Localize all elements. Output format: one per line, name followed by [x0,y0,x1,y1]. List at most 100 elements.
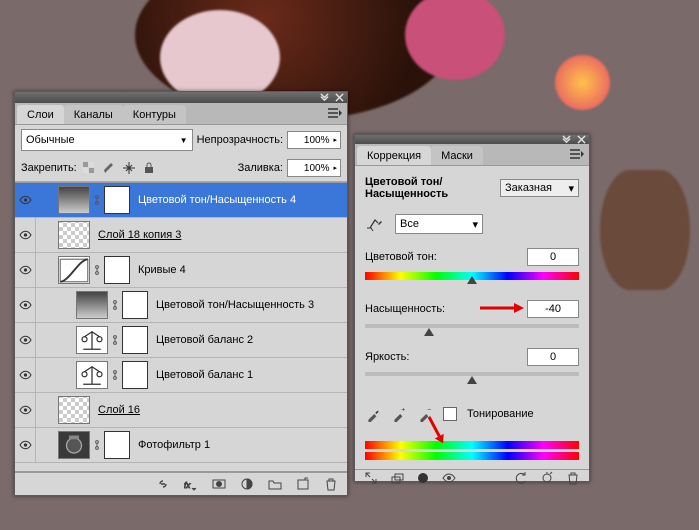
layer-mask-thumb[interactable] [104,186,130,214]
layer-thumb-balance[interactable] [76,326,108,354]
channel-combo[interactable]: Все ▾ [395,214,483,234]
lightness-handle[interactable] [467,376,477,384]
panel-menu-button[interactable] [565,147,589,165]
fill-field[interactable]: 100% ▸ [287,159,341,177]
link-layers-button[interactable] [155,476,171,492]
lightness-track[interactable] [365,372,579,376]
layer-name[interactable]: Цветовой тон/Насыщенность 3 [152,299,347,311]
preview-eye-button[interactable] [441,470,457,486]
visibility-toggle[interactable] [15,323,36,357]
layer-mask-thumb[interactable] [122,326,148,354]
saturation-value[interactable]: -40 [527,300,579,318]
layer-name[interactable]: Фотофильтр 1 [134,439,347,451]
close-icon[interactable] [577,135,586,144]
tab-correction[interactable]: Коррекция [357,146,431,165]
opacity-value: 100% [304,135,330,146]
adjustment-layer-button[interactable] [239,476,255,492]
reset-button[interactable] [539,470,555,486]
layer-name[interactable]: Кривые 4 [134,264,347,276]
new-layer-button[interactable] [295,476,311,492]
panel-menu-button[interactable] [323,106,347,124]
collapse-icon[interactable] [562,135,571,144]
visibility-toggle[interactable] [15,218,36,252]
layer-row[interactable]: Слой 16 [15,393,347,428]
layer-name[interactable]: Слой 18 копия 3 [94,229,347,241]
lock-pixels-icon[interactable] [101,160,117,176]
layer-row[interactable]: Цветовой тон/Насыщенность 4 [15,183,347,218]
layer-mask-thumb[interactable] [104,431,130,459]
clip-to-layer-button[interactable] [389,470,405,486]
layer-thumb-photofilter[interactable] [58,431,90,459]
svg-text:−: − [427,407,431,414]
layer-thumb-image[interactable] [58,221,90,249]
collapse-icon[interactable] [320,93,329,102]
layer-mask-thumb[interactable] [122,361,148,389]
opacity-field[interactable]: 100% ▸ [287,131,341,149]
group-button[interactable] [267,476,283,492]
layer-name[interactable]: Цветовой баланс 2 [152,334,347,346]
layer-mask-thumb[interactable] [104,256,130,284]
tab-channels[interactable]: Каналы [64,105,123,124]
targeted-adjust-icon[interactable] [365,214,387,234]
delete-adjustment-button[interactable] [565,470,581,486]
correction-titlebar[interactable] [355,135,589,144]
layer-row[interactable]: Цветовой баланс 1 [15,358,347,393]
layer-row[interactable]: Цветовой тон/Насыщенность 3 [15,288,347,323]
layers-titlebar[interactable] [15,92,347,103]
layer-thumb-hue[interactable] [58,186,90,214]
layer-list[interactable]: Цветовой тон/Насыщенность 4 Слой 18 копия… [15,182,347,472]
layer-name[interactable]: Цветовой баланс 1 [152,369,347,381]
layer-row[interactable]: Фотофильтр 1 [15,428,347,463]
preset-combo[interactable]: Заказная ▾ [500,179,579,197]
layer-mask-button[interactable] [211,476,227,492]
hue-range-bars[interactable] [365,438,579,463]
hue-handle[interactable] [467,276,477,284]
lightness-value[interactable]: 0 [527,348,579,366]
visibility-toggle[interactable] [15,428,36,462]
expand-view-button[interactable] [363,470,379,486]
visibility-toggle[interactable] [15,253,36,287]
layer-name[interactable]: Цветовой тон/Насыщенность 4 [134,194,347,206]
delete-layer-button[interactable] [323,476,339,492]
tab-layers[interactable]: Слои [17,105,64,124]
layer-row[interactable]: Цветовой баланс 2 [15,323,347,358]
hue-value[interactable]: 0 [527,248,579,266]
visibility-toggle[interactable] [15,288,36,322]
lock-transparency-icon[interactable] [81,160,97,176]
layer-mask-thumb[interactable] [122,291,148,319]
lightness-slider: Яркость: 0 [365,348,579,376]
menu-icon [570,149,584,160]
blend-mode-combo[interactable]: Обычные ▼ [21,129,193,151]
colorize-checkbox[interactable] [443,407,457,421]
layer-name[interactable]: Слой 16 [94,404,347,416]
layer-fx-button[interactable]: fx [183,476,199,492]
eyedropper-icon[interactable] [365,406,381,422]
saturation-track[interactable] [365,324,579,328]
close-icon[interactable] [335,93,344,102]
toggle-visibility-button[interactable] [415,470,431,486]
layer-thumb-curves[interactable] [58,256,90,284]
visibility-toggle[interactable] [15,358,36,392]
visibility-toggle[interactable] [15,183,36,217]
chevron-down-icon: ▾ [568,182,574,195]
correction-tabs: Коррекция Маски [355,144,589,166]
layer-thumb-image[interactable] [58,396,90,424]
saturation-handle[interactable] [424,328,434,336]
correction-footer [355,469,589,486]
lock-position-icon[interactable] [121,160,137,176]
bg-swirl [555,55,610,110]
layer-thumb-hue[interactable] [76,291,108,319]
layer-thumb-balance[interactable] [76,361,108,389]
layer-row[interactable]: Слой 18 копия 3 [15,218,347,253]
hue-track[interactable] [365,272,579,280]
eyedropper-plus-icon[interactable]: + [391,406,407,422]
previous-state-button[interactable] [513,470,529,486]
correction-panel: Коррекция Маски Цветовой тон/Насыщенност… [354,134,590,482]
preset-value: Заказная [505,182,552,194]
visibility-toggle[interactable] [15,393,36,427]
tab-paths[interactable]: Контуры [123,105,186,124]
svg-text:+: + [401,407,405,414]
lock-all-icon[interactable] [141,160,157,176]
layer-row[interactable]: Кривые 4 [15,253,347,288]
tab-masks[interactable]: Маски [431,146,483,165]
